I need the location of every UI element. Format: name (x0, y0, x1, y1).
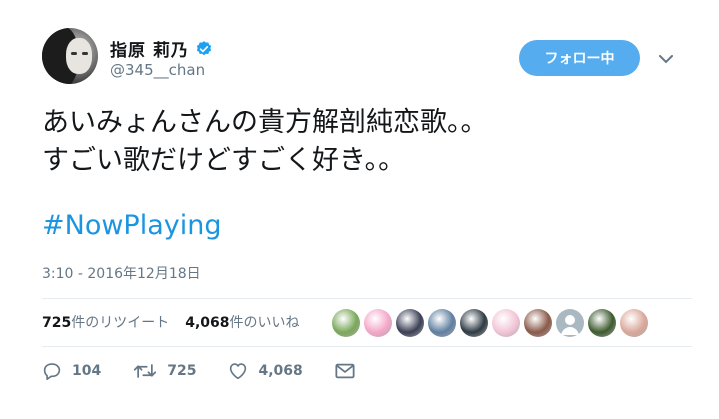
avatar-woman[interactable] (620, 309, 648, 337)
avatar-person-dark[interactable] (396, 309, 424, 337)
tweet-line-2: すごい歌だけどすごく好き。。 (42, 145, 406, 176)
like-count: 4,068 (258, 363, 303, 379)
tweet-text: あいみょんさんの貴方解剖純恋歌。。 すごい歌だけどすごく好き。。 (42, 104, 682, 180)
user-avatar[interactable] (42, 28, 98, 84)
hashtag-link[interactable]: #NowPlaying (42, 210, 221, 241)
avatar-green-field[interactable] (588, 309, 616, 337)
avatar-anime-pink[interactable] (364, 309, 392, 337)
retweet-stat-label: 件のリツイート (71, 315, 170, 331)
retweet-icon (134, 364, 157, 378)
user-handle[interactable]: @345__chan (110, 61, 205, 79)
name-row: 指原 莉乃 (110, 36, 213, 61)
avatar-girl[interactable] (524, 309, 552, 337)
display-name[interactable]: 指原 莉乃 (110, 36, 189, 61)
chevron-down-icon (659, 54, 673, 63)
reply-icon (43, 363, 61, 380)
tweet-line-1: あいみょんさんの貴方解剖純恋歌。。 (42, 107, 488, 138)
action-bar: 104 725 4,068 (42, 362, 387, 380)
direct-message-button[interactable] (335, 363, 355, 379)
like-button[interactable]: 4,068 (228, 362, 303, 380)
liker-avatars (332, 309, 648, 337)
retweet-stat-count: 725 (42, 315, 72, 331)
following-button[interactable]: フォロー中 (519, 40, 640, 76)
divider-bottom (42, 346, 692, 347)
avatar-dark-scene[interactable] (460, 309, 488, 337)
avatar-landscape[interactable] (332, 309, 360, 337)
retweet-button[interactable]: 725 (133, 363, 196, 379)
avatar-sea[interactable] (428, 309, 456, 337)
avatar-default-gray[interactable] (556, 309, 584, 337)
divider-top (42, 298, 692, 299)
like-stat-label: 件のいいね (229, 315, 300, 331)
heart-icon (230, 363, 247, 380)
tweet-timestamp[interactable]: 3:10 - 2016年12月18日 (42, 263, 201, 283)
avatar-pink-pattern[interactable] (492, 309, 520, 337)
retweet-count: 725 (167, 363, 197, 379)
stats-row: 725件のリツイート 4,068件のいいね (42, 303, 692, 341)
tweet-header: 指原 莉乃 @345__chan フォロー中 (42, 28, 692, 88)
verified-badge-icon (196, 40, 212, 55)
like-stat-count: 4,068 (185, 315, 230, 331)
more-menu-button[interactable] (655, 48, 677, 70)
reply-button[interactable]: 104 (42, 362, 101, 380)
reply-count: 104 (72, 363, 102, 379)
envelope-icon (335, 363, 355, 379)
like-stat[interactable]: 4,068件のいいね (185, 312, 299, 332)
retweet-stat[interactable]: 725件のリツイート (42, 312, 169, 332)
